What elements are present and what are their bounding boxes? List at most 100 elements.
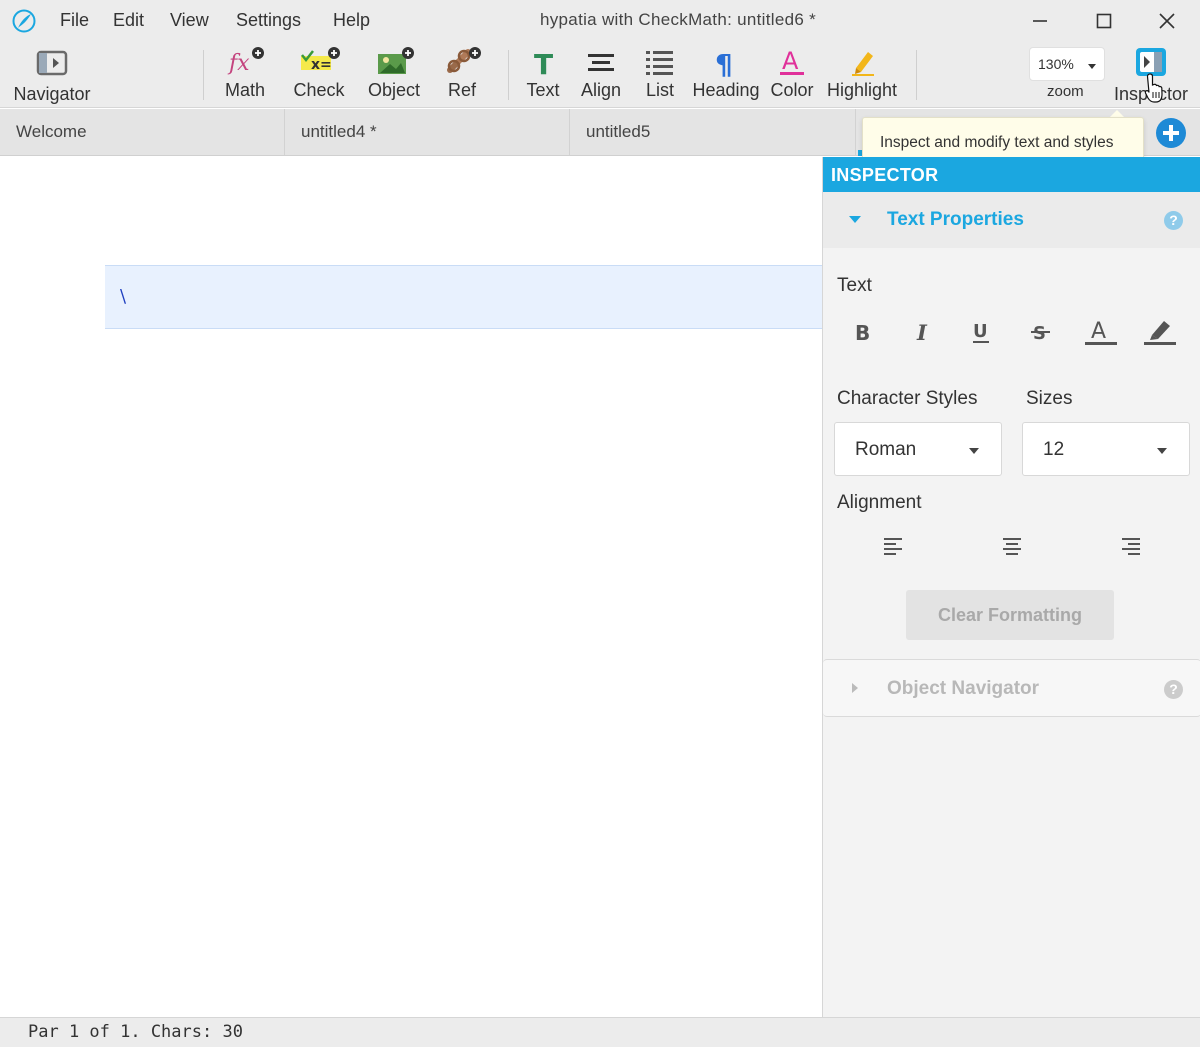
menu-file[interactable]: File bbox=[60, 10, 89, 31]
heading-button[interactable]: ¶ Heading bbox=[692, 42, 760, 108]
toolbar-separator bbox=[916, 50, 917, 100]
highlighter-icon bbox=[1144, 321, 1176, 345]
menu-view[interactable]: View bbox=[170, 10, 209, 31]
italic-button[interactable]: I bbox=[905, 315, 941, 349]
zoom-label: zoom bbox=[1047, 83, 1084, 100]
clear-formatting-button[interactable]: Clear Formatting bbox=[906, 590, 1114, 640]
zoom-value: 130% bbox=[1038, 56, 1074, 72]
italic-icon: I bbox=[916, 320, 928, 344]
tab-welcome[interactable]: Welcome bbox=[0, 109, 285, 155]
svg-text:B: B bbox=[855, 321, 870, 344]
chevron-down-icon bbox=[969, 448, 979, 454]
navigator-button[interactable]: Navigator bbox=[8, 42, 96, 108]
link-icon bbox=[447, 47, 481, 73]
underline-button[interactable]: U bbox=[964, 315, 1000, 349]
bold-icon: B bbox=[855, 321, 870, 344]
svg-text:S: S bbox=[1033, 323, 1046, 344]
svg-text:A: A bbox=[1091, 319, 1106, 344]
svg-text:fx: fx bbox=[227, 51, 250, 76]
list-label: List bbox=[645, 80, 674, 100]
object-button[interactable]: Object bbox=[364, 42, 424, 108]
math-label: Math bbox=[224, 80, 266, 100]
chevron-down-icon bbox=[1088, 64, 1096, 69]
color-label: Color bbox=[770, 80, 814, 100]
size-select[interactable]: 12 bbox=[1022, 422, 1190, 476]
strikethrough-button[interactable]: S bbox=[1023, 315, 1059, 349]
character-style-select[interactable]: Roman bbox=[834, 422, 1002, 476]
inspector-panel: INSPECTOR Text Properties ? Text B I U S… bbox=[822, 157, 1200, 1017]
menu-help[interactable]: Help bbox=[333, 10, 370, 31]
align-label: Align bbox=[580, 80, 622, 100]
svg-text:I: I bbox=[916, 320, 928, 344]
menu-settings[interactable]: Settings bbox=[236, 10, 301, 31]
text-color-button[interactable]: A bbox=[1083, 315, 1119, 349]
object-navigator-title: Object Navigator bbox=[887, 678, 1040, 699]
help-icon[interactable]: ? bbox=[1164, 211, 1183, 230]
svg-text:T: T bbox=[534, 48, 553, 78]
highlight-button[interactable]: Highlight bbox=[824, 42, 900, 108]
svg-text:U: U bbox=[973, 321, 988, 342]
zoom-select[interactable]: 130% bbox=[1029, 47, 1105, 81]
text-section-label: Text bbox=[837, 275, 872, 296]
align-left-button[interactable] bbox=[882, 535, 904, 557]
close-icon[interactable] bbox=[1153, 8, 1181, 34]
add-tab-plus-icon[interactable] bbox=[1156, 118, 1186, 148]
underline-icon: U bbox=[973, 321, 989, 343]
svg-text:A: A bbox=[782, 47, 799, 75]
caret-right-icon bbox=[852, 683, 858, 693]
math-button[interactable]: fx Math bbox=[218, 42, 272, 108]
status-text: Par 1 of 1. Chars: 30 bbox=[28, 1022, 243, 1042]
tab-label: Welcome bbox=[16, 122, 87, 141]
math-block[interactable]: \ bbox=[105, 265, 822, 329]
font-color-icon: A bbox=[780, 47, 804, 75]
alignment-label: Alignment bbox=[837, 492, 922, 513]
align-center-icon bbox=[588, 54, 614, 71]
object-navigator-header[interactable]: Object Navigator ? bbox=[823, 659, 1200, 717]
svg-text:¶: ¶ bbox=[715, 48, 733, 78]
text-label: Text bbox=[526, 80, 560, 100]
title-bar: File Edit View Settings Help hypatia wit… bbox=[0, 0, 1200, 42]
check-label: Check bbox=[293, 80, 345, 100]
menu-edit[interactable]: Edit bbox=[113, 10, 144, 31]
character-style-value: Roman bbox=[855, 439, 917, 460]
highlight-color-button[interactable] bbox=[1142, 315, 1178, 349]
highlight-label: Highlight bbox=[826, 80, 898, 100]
caret-down-icon bbox=[849, 216, 861, 223]
document-editor[interactable]: \ bbox=[0, 157, 822, 1017]
ref-button[interactable]: Ref bbox=[440, 42, 484, 108]
heading-label: Heading bbox=[692, 80, 760, 100]
check-button[interactable]: x= Check bbox=[290, 42, 348, 108]
toolbar-separator bbox=[203, 50, 204, 100]
tab-untitled4[interactable]: untitled4 * bbox=[285, 109, 570, 155]
tooltip-text: Inspect and modify text and styles bbox=[880, 134, 1114, 151]
chevron-down-icon bbox=[1157, 448, 1167, 454]
color-button[interactable]: A Color bbox=[768, 42, 816, 108]
navigator-icon bbox=[36, 50, 68, 76]
toolbar-separator bbox=[508, 50, 509, 100]
align-center-button[interactable] bbox=[1001, 535, 1023, 557]
math-content[interactable]: \ bbox=[120, 286, 126, 307]
align-right-button[interactable] bbox=[1120, 535, 1142, 557]
check-math-icon: x= bbox=[301, 47, 340, 73]
hand-pointer-icon bbox=[1144, 73, 1163, 103]
inspector-title: INSPECTOR bbox=[831, 165, 939, 185]
text-button[interactable]: T Text bbox=[520, 42, 566, 108]
object-label: Object bbox=[367, 80, 421, 100]
text-t-icon: T bbox=[534, 48, 553, 78]
strikethrough-icon: S bbox=[1031, 323, 1050, 344]
navigator-label: Navigator bbox=[13, 84, 91, 104]
tab-label: untitled4 * bbox=[301, 122, 377, 141]
hypatia-logo-icon[interactable] bbox=[12, 9, 36, 33]
text-properties-header[interactable]: Text Properties bbox=[823, 192, 1200, 248]
ref-label: Ref bbox=[447, 80, 476, 100]
align-button[interactable]: Align bbox=[576, 42, 626, 108]
help-icon[interactable]: ? bbox=[1164, 680, 1183, 699]
tab-untitled5[interactable]: untitled5 bbox=[570, 109, 856, 155]
highlighter-icon bbox=[852, 52, 874, 76]
tab-label: untitled5 bbox=[586, 122, 651, 141]
minimize-icon[interactable] bbox=[1026, 8, 1054, 34]
bold-button[interactable]: B bbox=[845, 315, 881, 349]
list-button[interactable]: List bbox=[638, 42, 682, 108]
maximize-icon[interactable] bbox=[1090, 8, 1118, 34]
text-properties-title: Text Properties bbox=[887, 209, 1024, 230]
